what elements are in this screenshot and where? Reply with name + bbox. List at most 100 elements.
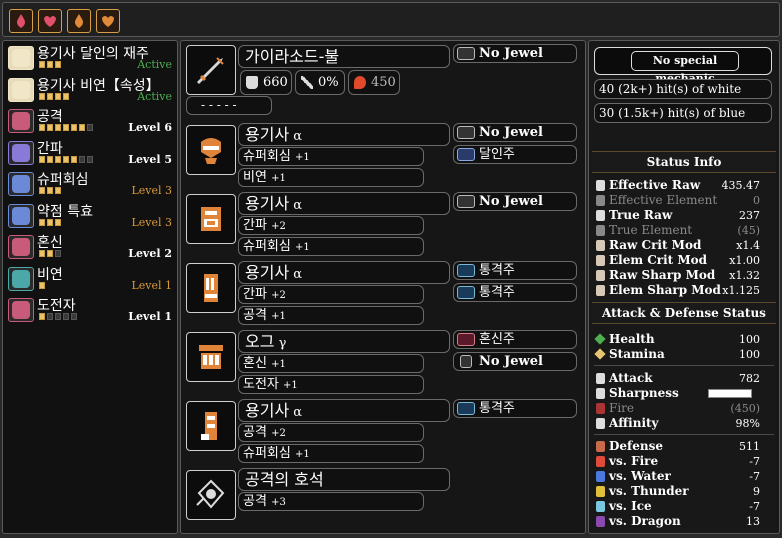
ad-row: Sharpness [594,386,774,401]
jewel-slot[interactable]: 통격주 [453,261,577,280]
armor-skill-name: 공격 [243,494,267,509]
skill-row[interactable]: 약점 특효 Level 3 [6,202,176,230]
skill-name: 슈퍼회심 [37,172,89,188]
skill-pip [39,155,45,163]
skill-level-label: Active [137,89,172,103]
skill-pip [39,92,45,100]
charm-name-box: 공격의 호석 [238,468,450,491]
skill-pip [55,187,61,194]
greaves-icon [201,412,217,440]
chest-armor-icon [201,207,221,231]
skill-icon [8,298,34,322]
armor-skill-name: 슈퍼회심 [243,239,291,254]
empty-jewel-icon [457,195,475,208]
skill-pip [39,61,45,68]
skill-gem-icon [12,143,30,162]
ad-row: vs. Ice -7 [594,499,774,514]
head-slot[interactable] [186,125,236,175]
stat-value: 13 [746,515,760,528]
skill-row[interactable]: 도전자 Level 1 [6,296,176,324]
skill-row[interactable]: 슈퍼회심 Level 3 [6,170,176,198]
jewel-slot[interactable]: 통격주 [453,399,577,418]
legs-slot[interactable] [186,401,236,451]
skill-row[interactable]: 용기사 달인의 재주 Active [6,44,176,72]
stat-label: Sharpness [609,386,679,400]
attack-boost-icon[interactable] [96,9,120,33]
stat-icon [596,456,605,467]
skill-level-pips [39,124,93,131]
stat-value: 100 [739,333,760,346]
skill-gem-icon [12,175,30,193]
stat-label: Raw Crit Mod [609,238,702,252]
armor-skill-level: +1 [294,152,310,163]
armor-skill: 비연 +1 [238,168,424,187]
empty-jewel-icon [460,355,472,368]
stat-value: 237 [739,209,760,222]
skill-pip [71,313,77,320]
stat-label: True Element [609,223,693,237]
stat-value: 511 [739,440,760,453]
arms-slot[interactable] [186,263,236,313]
weapon-name: 가이라소드-불 [238,45,450,68]
mechanic-label: No special mechanic [631,51,739,85]
weapon-jewel-slot[interactable]: No Jewel [453,44,577,63]
stat-icon [596,270,605,281]
charm-slot[interactable] [186,470,236,520]
jewel-slot[interactable]: No Jewel [453,192,577,211]
armor-skill-level: +1 [294,449,310,460]
skill-icon [8,109,34,133]
skill-name: 간파 [37,140,63,157]
skill-row[interactable]: 간파 Level 5 [6,139,176,167]
armor-rank: γ [274,336,287,351]
armor-rank: α [289,198,303,213]
affinity-icon [301,76,313,89]
rampage-slot[interactable]: - - - - - [186,96,272,115]
skill-level-label: Level 6 [128,121,172,134]
waist-slot[interactable] [186,332,236,382]
skill-row[interactable]: 공격 Level 6 [6,107,176,135]
jewel-icon [457,148,475,161]
skill-level-label: Active [137,58,172,71]
empty-jewel-icon [457,47,475,60]
skill-icon [8,203,34,228]
stat-value: x1.32 [729,269,760,282]
stat-label: vs. Water [609,469,671,483]
chest-slot[interactable] [186,194,236,244]
skill-level-pips [39,187,61,194]
skill-pip [47,124,53,131]
stat-icon [596,501,605,512]
armor-skill-name: 도전자 [243,377,279,392]
stat-icon [596,403,605,414]
health-boost-icon[interactable] [38,9,62,33]
raw-attack-icon [246,76,258,89]
skill-row[interactable]: 용기사 비연【속성】 Active [6,76,176,104]
jewel-icon [457,402,475,415]
empty-jewel-icon [457,126,475,139]
jewel-slot[interactable]: 통격주 [453,283,577,302]
attack-item-icon[interactable] [67,9,91,33]
great-sword-icon [197,57,224,84]
jewel-slot[interactable]: 달인주 [453,145,577,164]
skill-row[interactable]: 혼신 Level 2 [6,233,176,261]
armor-skill-name: 공격 [243,425,267,440]
chest-name-box: 용기사 α [238,192,450,215]
armor-skill-name: 공격 [243,308,267,323]
skill-gem-icon [12,112,30,130]
skill-name: 용기사 달인의 재주 [37,46,149,62]
stat-label: Elem Crit Mod [609,253,708,267]
stat-value: 9 [753,485,760,498]
ad-row: Affinity 98% [594,416,774,431]
armor-skill-level: +1 [294,242,310,253]
jewel-slot[interactable]: No Jewel [453,123,577,142]
ad-row: Defense 511 [594,439,774,454]
skill-pip [47,250,53,257]
skill-pip [39,124,45,131]
stat-icon [596,285,605,296]
health-item-icon[interactable] [9,9,33,33]
jewel-slot[interactable]: 혼신주 [453,330,577,349]
jewel-slot[interactable]: No Jewel [453,352,577,371]
skill-row[interactable]: 비연 Level 1 [6,265,176,293]
weapon-slot[interactable] [186,45,236,95]
skill-icon [8,77,34,102]
armor-skill-name: 슈퍼회심 [243,149,291,164]
